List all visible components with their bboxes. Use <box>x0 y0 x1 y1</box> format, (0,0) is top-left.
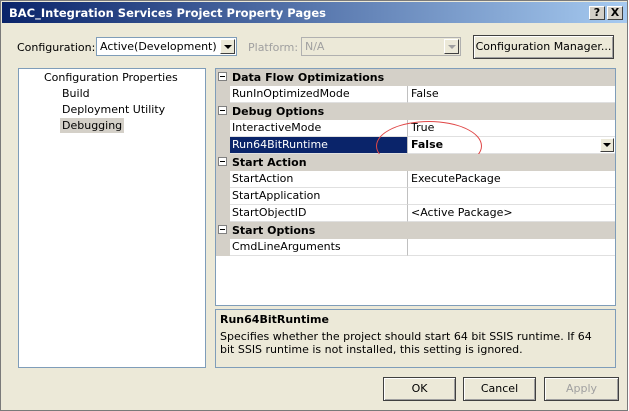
property-value[interactable]: True <box>408 120 615 137</box>
property-name[interactable]: CmdLineArguments <box>216 239 408 256</box>
property-row[interactable]: InteractiveMode True <box>216 120 615 137</box>
tree-item-debugging[interactable]: Debugging <box>60 118 125 133</box>
property-pages-dialog: BAC_Integration Services Project Propert… <box>0 0 628 411</box>
property-value[interactable]: <Active Package> <box>408 205 615 222</box>
configuration-select[interactable]: Active(Development) <box>96 37 237 56</box>
collapse-icon[interactable] <box>218 72 227 81</box>
collapse-icon[interactable] <box>218 106 227 115</box>
chevron-down-icon[interactable] <box>220 39 235 54</box>
configuration-label: Configuration: <box>17 41 96 54</box>
property-row[interactable]: StartObjectID <Active Package> <box>216 205 615 222</box>
chevron-down-icon[interactable] <box>600 138 614 152</box>
settings-tree: Configuration Properties Build Deploymen… <box>18 68 206 368</box>
property-row-selected[interactable]: Run64BitRuntime False <box>216 121 615 171</box>
category-row[interactable]: Debug Options <box>216 103 615 120</box>
row-gutter <box>216 188 230 205</box>
collapse-icon[interactable] <box>218 225 227 234</box>
ok-button[interactable]: OK <box>383 377 456 401</box>
title-bar[interactable]: BAC_Integration Services Project Propert… <box>2 2 627 23</box>
row-gutter <box>216 137 230 154</box>
row-gutter <box>216 86 230 103</box>
chevron-down-icon <box>444 39 459 54</box>
description-title: Run64BitRuntime <box>220 313 329 326</box>
row-gutter <box>216 120 230 137</box>
property-grid: Data Flow Optimizations RunInOptimizedMo… <box>215 68 616 306</box>
platform-select: N/A <box>301 37 461 56</box>
property-value[interactable] <box>408 239 615 256</box>
tree-item-build[interactable]: Build <box>60 86 92 101</box>
property-value[interactable]: ExecutePackage <box>408 171 615 188</box>
property-value[interactable] <box>408 188 615 205</box>
description-pane: Run64BitRuntime Specifies whether the pr… <box>215 309 616 368</box>
row-gutter <box>216 171 230 188</box>
row-gutter <box>216 205 230 222</box>
close-button[interactable]: X <box>607 6 623 20</box>
property-value: False <box>411 138 444 151</box>
window-title: BAC_Integration Services Project Propert… <box>9 6 326 20</box>
property-row[interactable]: CmdLineArguments <box>216 239 615 256</box>
property-name[interactable]: StartAction <box>216 171 408 188</box>
property-value-dropdown[interactable]: False <box>408 137 615 154</box>
category-label: Start Action <box>232 156 307 169</box>
configuration-manager-button[interactable]: Configuration Manager... <box>473 35 614 59</box>
property-row[interactable]: StartAction ExecutePackage <box>216 171 615 188</box>
property-row[interactable]: StartApplication <box>216 188 615 205</box>
category-label: Start Options <box>232 224 316 237</box>
category-label: Data Flow Optimizations <box>232 71 385 84</box>
property-name[interactable]: InteractiveMode <box>216 120 408 137</box>
apply-button[interactable]: Apply <box>544 377 619 401</box>
category-row[interactable]: Start Action <box>216 154 615 171</box>
category-row[interactable]: Start Options <box>216 222 615 239</box>
property-value[interactable]: False <box>408 86 615 103</box>
property-name[interactable]: StartApplication <box>216 188 408 205</box>
row-gutter <box>216 239 230 256</box>
collapse-icon[interactable] <box>218 157 227 166</box>
category-label: Debug Options <box>232 105 325 118</box>
cancel-button[interactable]: Cancel <box>463 377 536 401</box>
configuration-select-value: Active(Development) <box>100 40 217 53</box>
platform-select-value: N/A <box>305 40 325 53</box>
description-text: Specifies whether the project should sta… <box>220 330 592 356</box>
platform-label: Platform: <box>248 41 299 54</box>
property-row[interactable]: RunInOptimizedMode False <box>216 86 615 103</box>
property-name[interactable]: RunInOptimizedMode <box>216 86 408 103</box>
property-name[interactable]: Run64BitRuntime <box>216 137 408 154</box>
help-button[interactable]: ? <box>589 6 605 20</box>
property-name[interactable]: StartObjectID <box>216 205 408 222</box>
tree-item-configuration-properties[interactable]: Configuration Properties <box>42 70 180 85</box>
category-row[interactable]: Data Flow Optimizations <box>216 69 615 86</box>
tree-item-deployment-utility[interactable]: Deployment Utility <box>60 102 167 117</box>
